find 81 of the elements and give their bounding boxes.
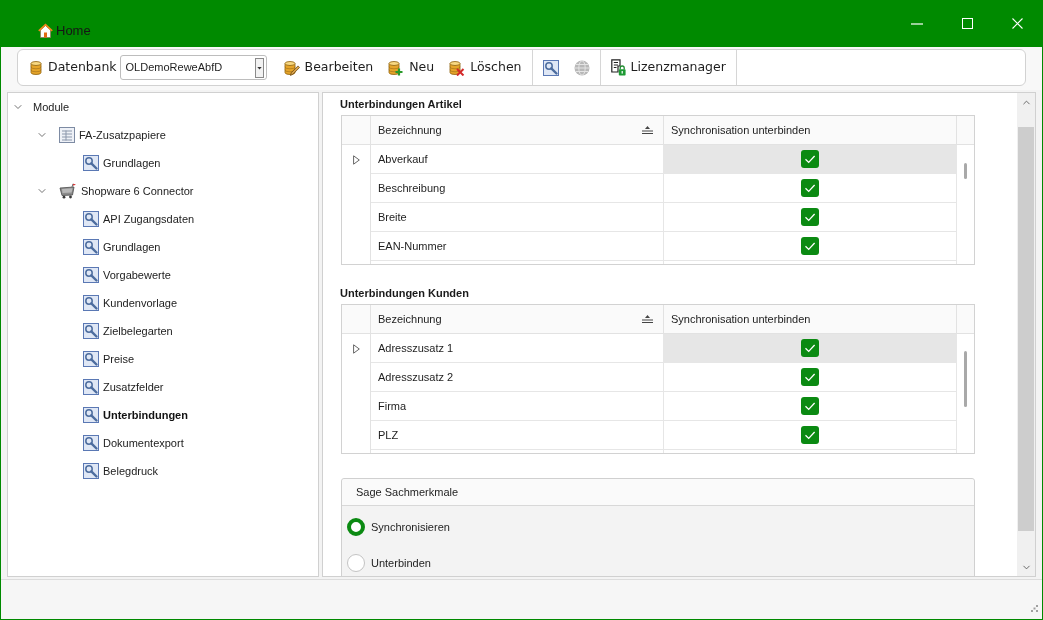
magnifier-icon xyxy=(83,407,99,423)
group-title: Sage Sachmerkmale xyxy=(356,484,459,500)
maximize-icon xyxy=(961,18,973,29)
tree-item[interactable]: Dokumentexport xyxy=(103,436,184,450)
table-cell: Adresszusatz 1 xyxy=(371,334,664,363)
table-cell: EAN-Nummer xyxy=(371,232,664,261)
magnifier-icon xyxy=(542,59,559,76)
license-manager-button[interactable]: Lizenzmanager xyxy=(604,53,732,82)
scrollbar-thumb[interactable] xyxy=(1018,127,1034,531)
database-x-icon xyxy=(449,59,466,76)
magnifier-icon xyxy=(83,211,99,227)
column-header[interactable]: Bezeichnung xyxy=(371,116,664,144)
magnifier-icon xyxy=(83,155,99,171)
checkbox[interactable] xyxy=(801,397,819,415)
new-button[interactable]: Neu xyxy=(382,53,441,82)
tree-item[interactable]: Belegdruck xyxy=(103,464,159,478)
magnifier-icon xyxy=(83,295,99,311)
sort-icon[interactable] xyxy=(642,315,653,323)
cart-icon xyxy=(59,183,77,199)
tree-item[interactable]: Grundlagen xyxy=(103,156,161,170)
radio-button[interactable] xyxy=(347,518,365,536)
radio-label[interactable]: Unterbinden xyxy=(371,554,431,572)
tree-item[interactable]: Shopware 6 Connector xyxy=(81,184,194,198)
column-header[interactable]: Bezeichnung xyxy=(371,305,664,333)
scrollbar-thumb[interactable] xyxy=(964,163,967,179)
checkbox[interactable] xyxy=(801,237,819,255)
caret-icon[interactable] xyxy=(254,57,264,78)
database-icon xyxy=(30,59,42,76)
radio-label[interactable]: Synchronisieren xyxy=(371,518,450,536)
tree-item[interactable]: FA-Zusatzpapiere xyxy=(79,128,166,142)
tree-item[interactable]: Zielbelegarten xyxy=(103,324,173,338)
database-label: Datenbank xyxy=(48,58,117,77)
home-icon xyxy=(38,23,53,38)
table-cell: Abverkauf xyxy=(371,145,664,174)
database-pencil-icon xyxy=(283,59,300,76)
tree-item[interactable]: API Zugangsdaten xyxy=(103,212,195,226)
tree-item[interactable]: Grundlagen xyxy=(103,240,161,254)
document-lock-icon xyxy=(610,59,626,76)
radio-button[interactable] xyxy=(347,554,365,572)
magnifier-icon xyxy=(83,267,99,283)
column-header[interactable]: Synchronisation unterbinden xyxy=(664,305,957,333)
table-cell: Breite xyxy=(371,203,664,232)
column-header[interactable]: Synchronisation unterbinden xyxy=(664,116,957,144)
tree-item[interactable]: Kundenvorlage xyxy=(103,296,177,310)
triangle-icon xyxy=(352,343,360,354)
sort-icon[interactable] xyxy=(642,126,653,134)
checkbox[interactable] xyxy=(801,368,819,386)
magnifier-icon xyxy=(83,239,99,255)
magnifier-icon xyxy=(83,379,99,395)
table-cell: PLZ xyxy=(371,421,664,450)
scrollbar-thumb[interactable] xyxy=(964,351,967,407)
list-document-icon xyxy=(59,127,75,143)
database-select[interactable]: OLDemoReweAbfD xyxy=(119,55,267,80)
delete-button[interactable]: Löschen xyxy=(443,53,528,82)
checkbox[interactable] xyxy=(801,208,819,226)
checkbox[interactable] xyxy=(801,339,819,357)
tree-item[interactable]: Preise xyxy=(103,352,135,366)
tree-item[interactable]: Vorgabewerte xyxy=(103,268,171,282)
database-plus-icon xyxy=(388,59,405,76)
resize-grip-icon[interactable] xyxy=(1031,605,1038,612)
magnifier-icon xyxy=(83,435,99,451)
table-cell: Firma xyxy=(371,392,664,421)
tree-item[interactable]: Zusatzfelder xyxy=(103,380,164,394)
table-cell: Adresszusatz 2 xyxy=(371,363,664,392)
table-cell: Beschreibung xyxy=(371,174,664,203)
window-title: Home xyxy=(56,23,91,39)
magnifier-icon xyxy=(83,351,99,367)
section-title: Unterbindungen Kunden xyxy=(340,286,469,300)
triangle-icon xyxy=(352,154,360,165)
minimize-icon xyxy=(911,22,923,25)
checkbox[interactable] xyxy=(801,179,819,197)
magnifier-icon xyxy=(83,323,99,339)
close-icon xyxy=(1011,18,1023,29)
edit-button[interactable]: Bearbeiten xyxy=(277,53,380,82)
tree-item[interactable]: Module xyxy=(33,100,70,114)
section-title: Unterbindungen Artikel xyxy=(340,97,462,111)
tree-item[interactable]: Unterbindungen xyxy=(103,408,188,422)
checkbox[interactable] xyxy=(801,150,819,168)
magnifier-icon xyxy=(83,463,99,479)
globe-icon xyxy=(573,59,590,76)
checkbox[interactable] xyxy=(801,426,819,444)
